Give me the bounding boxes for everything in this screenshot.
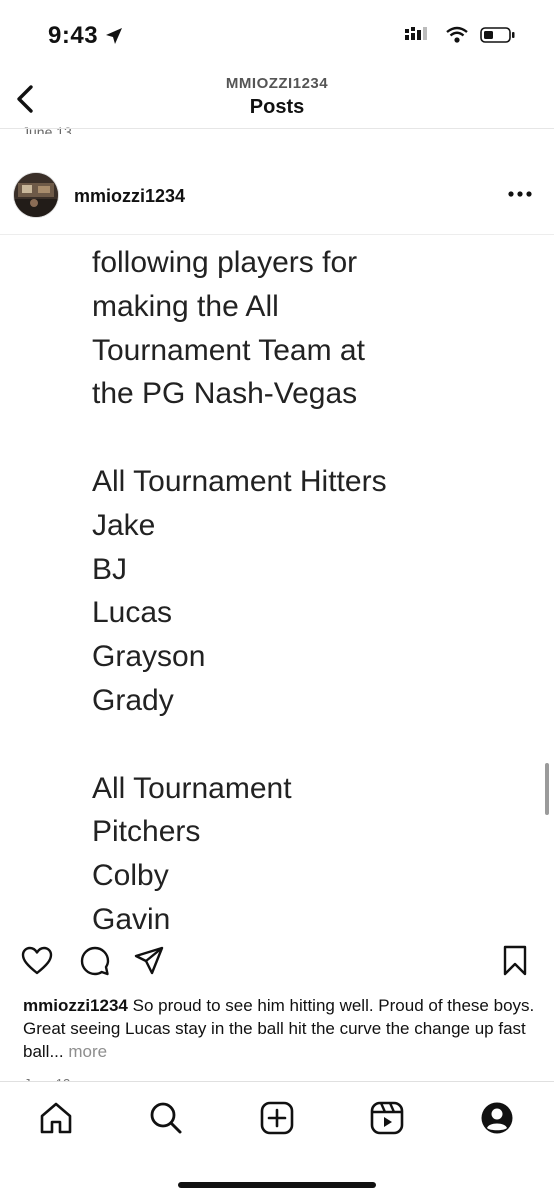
- scroll-indicator: [545, 763, 549, 815]
- avatar-image: [14, 173, 58, 217]
- comment-icon: [80, 946, 110, 976]
- bottom-navigation: [0, 1090, 554, 1146]
- status-bar: 9:43: [0, 0, 554, 70]
- header-divider: [0, 128, 554, 129]
- bottom-nav-divider: [0, 1081, 554, 1082]
- nav-reels[interactable]: [365, 1096, 409, 1140]
- posts-header: MMIOZZI1234 Posts: [0, 70, 554, 128]
- post-caption: mmiozzi1234 So proud to see him hitting …: [23, 994, 538, 1063]
- wifi-icon: [446, 26, 468, 43]
- create-icon: [260, 1101, 294, 1135]
- like-button[interactable]: [18, 942, 56, 980]
- profile-username-label: MMIOZZI1234: [225, 75, 329, 92]
- comment-button[interactable]: [76, 942, 114, 980]
- location-arrow-icon: [106, 28, 123, 44]
- nav-home[interactable]: [34, 1096, 78, 1140]
- home-icon: [40, 1102, 72, 1134]
- status-indicators: [404, 26, 516, 44]
- nav-profile[interactable]: [475, 1096, 519, 1140]
- profile-icon: [481, 1102, 513, 1134]
- heart-icon: [21, 946, 53, 975]
- bookmark-icon: [503, 945, 527, 976]
- page-title: Posts: [249, 96, 305, 118]
- status-time: 9:43: [48, 22, 124, 50]
- share-button[interactable]: [130, 942, 168, 980]
- post-username[interactable]: mmiozzi1234: [74, 186, 185, 207]
- status-time-text: 9:43: [48, 22, 99, 49]
- nav-search[interactable]: [144, 1096, 188, 1140]
- ellipsis-icon: [508, 191, 532, 197]
- share-icon: [134, 946, 164, 975]
- reels-icon: [370, 1101, 404, 1135]
- save-button[interactable]: [496, 942, 534, 980]
- search-icon: [150, 1102, 182, 1134]
- post-image[interactable]: following players for making the All Tou…: [0, 235, 554, 935]
- nav-create[interactable]: [255, 1096, 299, 1140]
- more-options-button[interactable]: [506, 182, 534, 206]
- caption-more-link[interactable]: more: [68, 1042, 107, 1061]
- post-header: mmiozzi1234: [0, 168, 554, 224]
- post-actions: [0, 942, 554, 982]
- post-image-text: following players for making the All Tou…: [92, 246, 387, 935]
- battery-icon: [480, 27, 515, 43]
- caption-username[interactable]: mmiozzi1234: [23, 996, 128, 1015]
- cellular-signal-icon: [405, 27, 427, 40]
- home-indicator: [178, 1182, 376, 1188]
- avatar[interactable]: [14, 173, 58, 217]
